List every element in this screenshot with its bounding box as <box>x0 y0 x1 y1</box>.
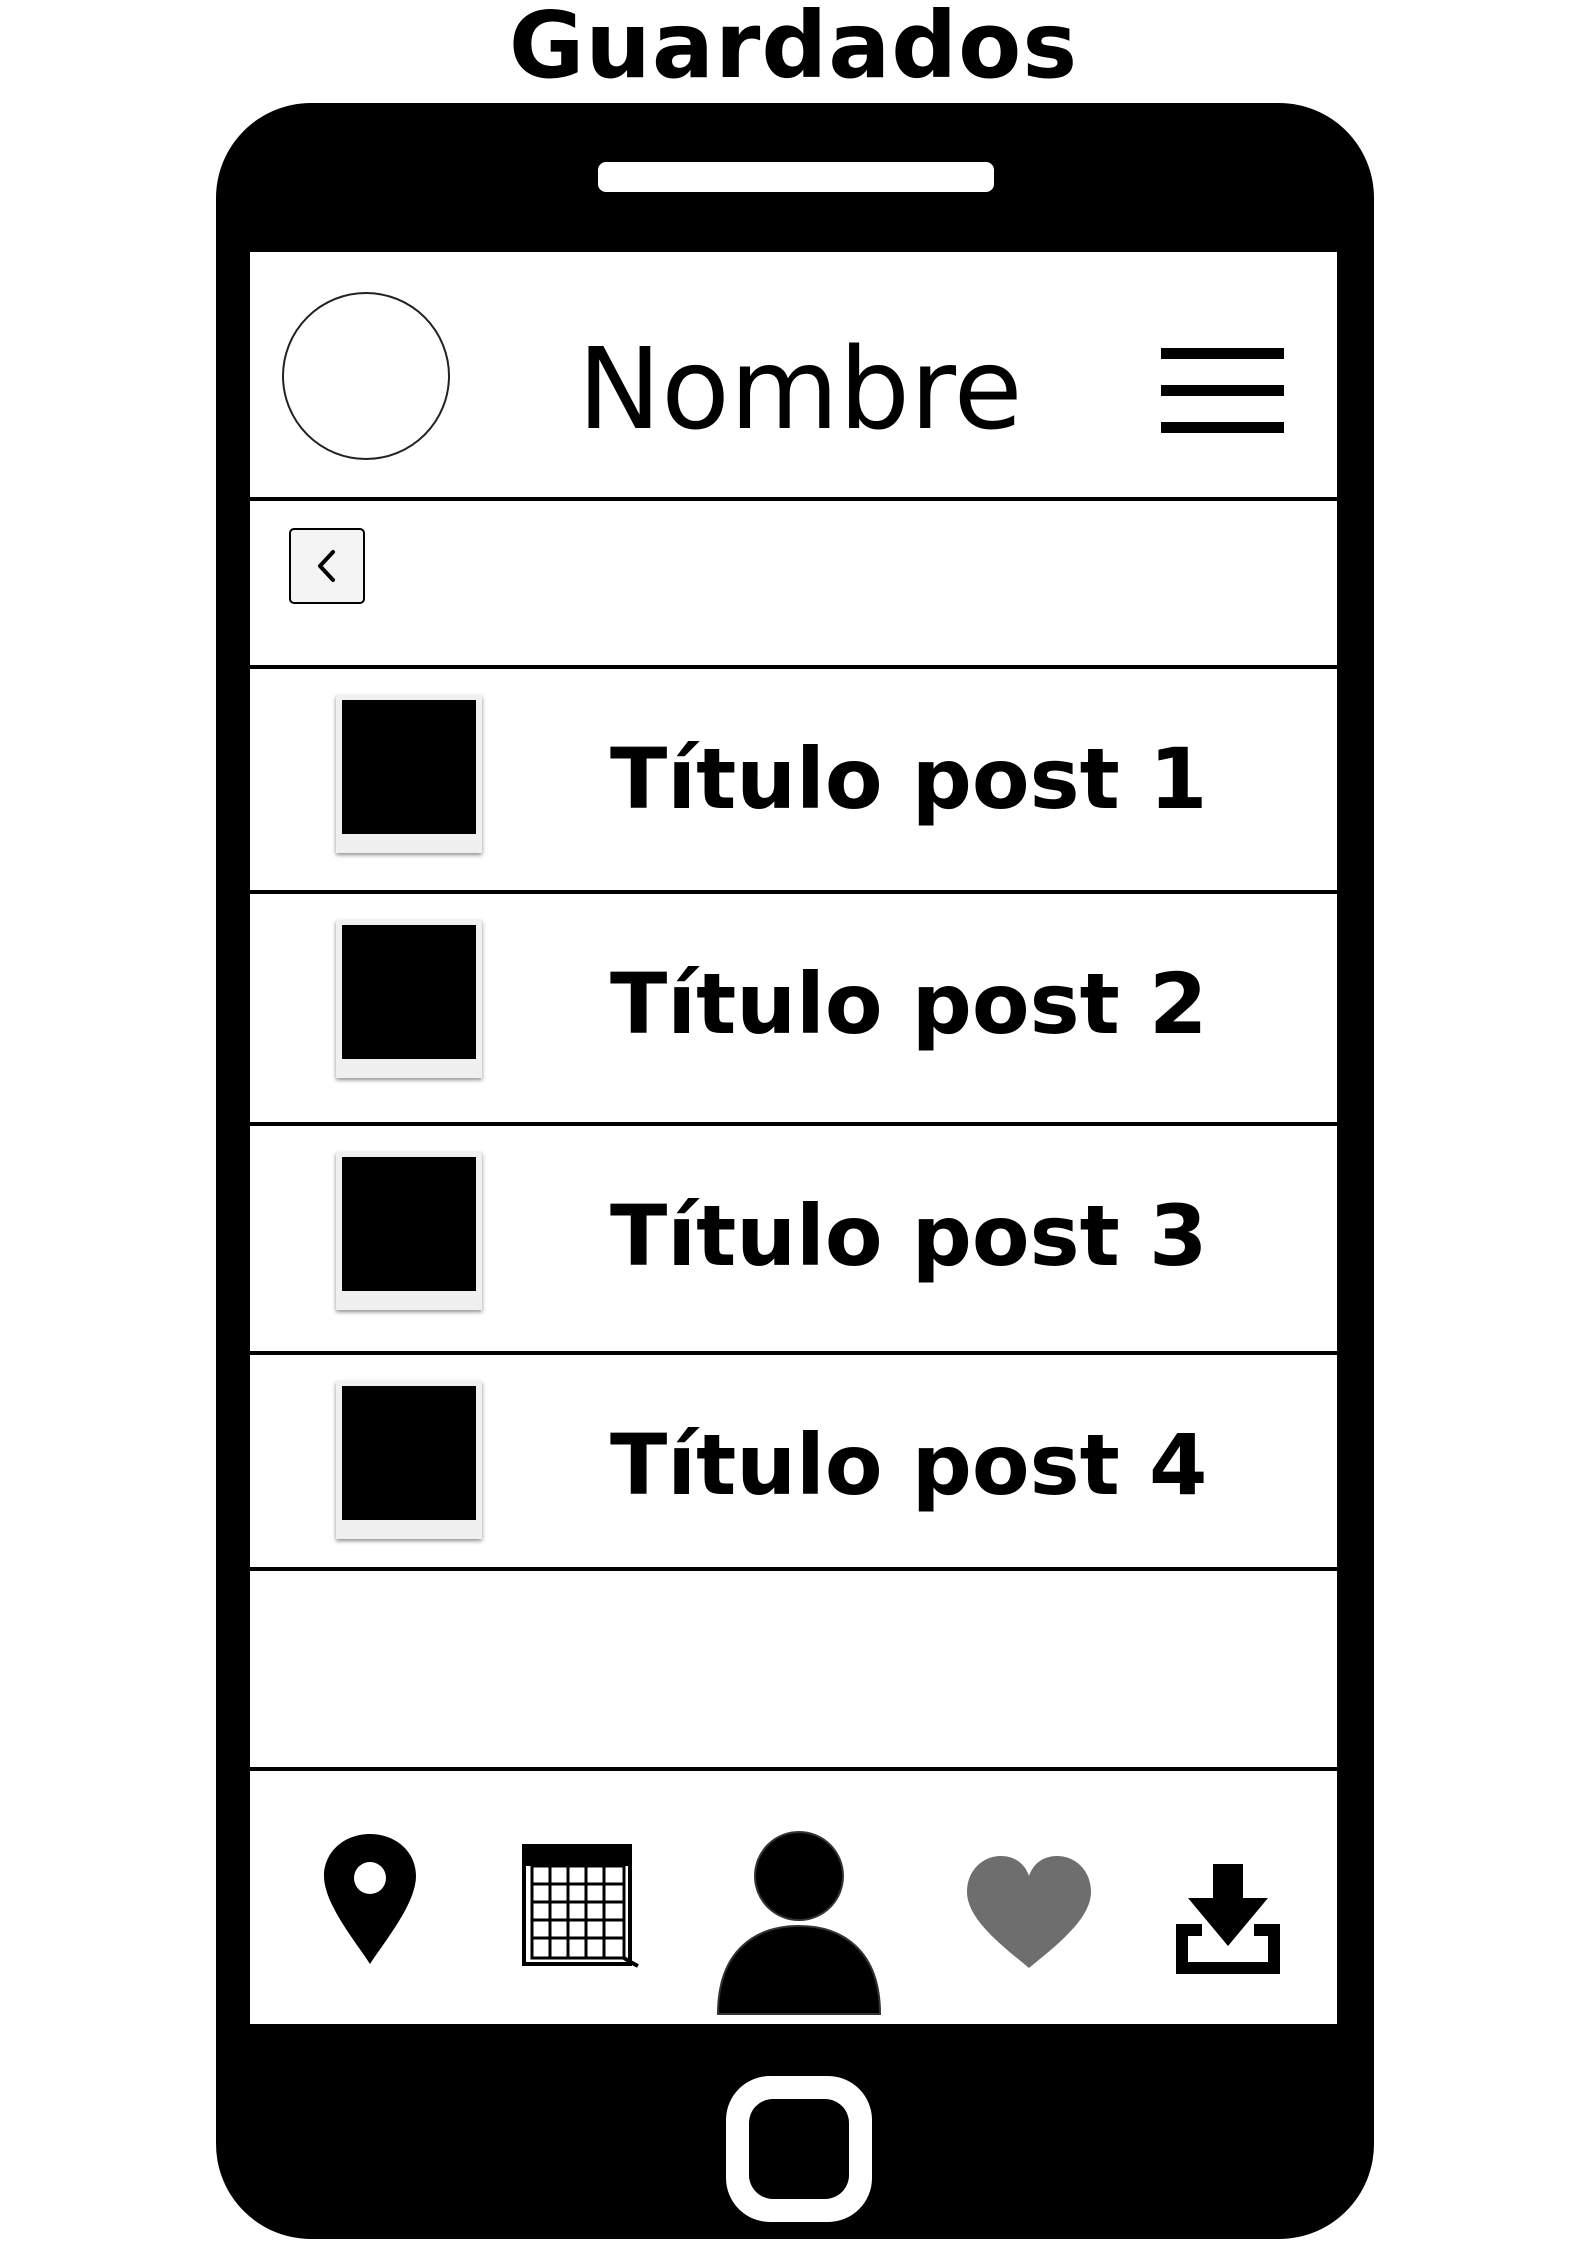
post-title: Título post 3 <box>610 1187 1208 1285</box>
hamburger-menu-icon[interactable] <box>1161 348 1284 433</box>
page-title: Guardados <box>508 0 1079 99</box>
list-item[interactable]: Título post 1 <box>250 669 1337 891</box>
home-button[interactable] <box>726 2076 872 2222</box>
back-button[interactable] <box>289 528 365 604</box>
nav-divider <box>250 1767 1337 1771</box>
row-divider <box>250 1567 1337 1571</box>
list-item[interactable]: Título post 4 <box>250 1355 1337 1577</box>
profile-name: Nombre <box>577 325 1023 455</box>
post-thumbnail <box>336 1381 482 1539</box>
header-divider <box>250 497 1337 501</box>
avatar[interactable] <box>282 292 450 460</box>
heart-icon[interactable] <box>965 1854 1093 1970</box>
calendar-icon[interactable] <box>522 1844 640 1970</box>
phone-screen: Nombre Título post 1 Título post 2 Títul… <box>250 252 1337 2024</box>
post-thumbnail <box>336 695 482 853</box>
post-title: Título post 4 <box>610 1416 1208 1514</box>
location-pin-icon[interactable] <box>322 1832 418 1968</box>
chevron-left-icon <box>318 550 335 582</box>
post-title: Título post 1 <box>610 730 1208 828</box>
download-icon[interactable] <box>1166 1864 1290 1978</box>
list-item[interactable]: Título post 2 <box>250 894 1337 1116</box>
list-item[interactable]: Título post 3 <box>250 1126 1337 1348</box>
post-title: Título post 2 <box>610 955 1208 1053</box>
phone-speaker <box>598 162 994 192</box>
post-thumbnail <box>336 1152 482 1310</box>
post-thumbnail <box>336 920 482 1078</box>
user-profile-icon[interactable] <box>716 1830 882 2016</box>
